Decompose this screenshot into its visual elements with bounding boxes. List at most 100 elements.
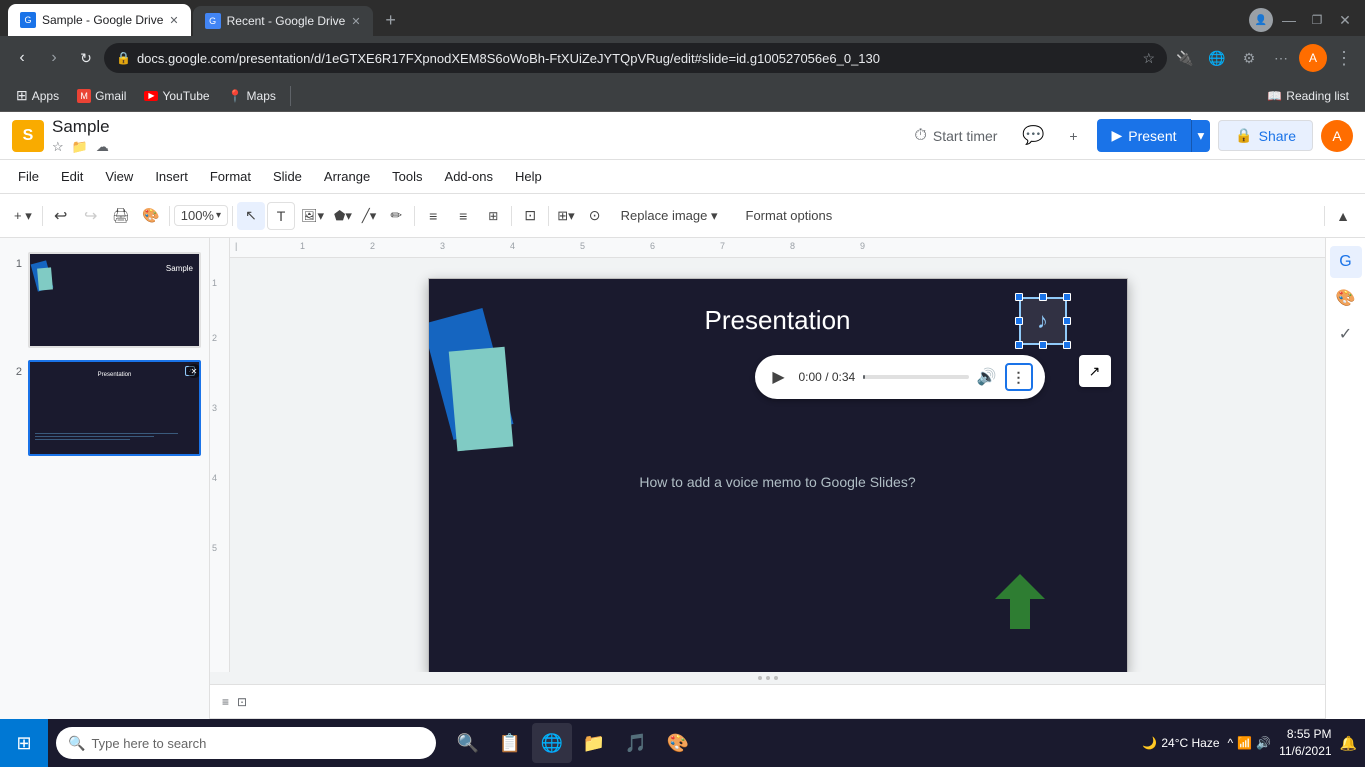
reading-list-btn[interactable]: 📖 Reading list xyxy=(1259,85,1357,107)
cursor-tool-btn[interactable]: ↖ xyxy=(237,202,265,230)
selection-handle-tl[interactable] xyxy=(1015,293,1023,301)
tab-1-close[interactable]: ✕ xyxy=(169,14,178,27)
sidebar-tasks-btn[interactable]: ✓ xyxy=(1330,318,1362,350)
tab-2-close[interactable]: ✕ xyxy=(351,15,360,28)
audio-icon[interactable]: ♪ xyxy=(1019,297,1067,345)
selection-handle-tm[interactable] xyxy=(1039,293,1047,301)
start-btn[interactable]: ⊞ xyxy=(0,719,48,767)
collapse-toolbar-btn[interactable]: ▲ xyxy=(1329,202,1357,230)
sidebar-palette-btn[interactable]: 🎨 xyxy=(1330,282,1362,314)
replace-image-btn[interactable]: Replace image ▾ xyxy=(611,204,728,228)
undo-btn[interactable]: ↩ xyxy=(47,202,75,230)
undo-add-btn[interactable]: + xyxy=(1057,120,1089,152)
audio-progress[interactable] xyxy=(863,375,968,379)
profile-avatar[interactable]: A xyxy=(1299,44,1327,72)
menu-format[interactable]: Format xyxy=(200,164,261,189)
user-avatar[interactable]: A xyxy=(1321,120,1353,152)
menu-tools[interactable]: Tools xyxy=(382,164,432,189)
add-btn[interactable]: + ▾ xyxy=(8,204,38,228)
menu-help[interactable]: Help xyxy=(505,164,552,189)
selection-handle-br[interactable] xyxy=(1063,341,1071,349)
refresh-btn[interactable]: ↻ xyxy=(72,44,100,72)
selection-handle-mr[interactable] xyxy=(1063,317,1071,325)
taskbar-clock[interactable]: 8:55 PM 11/6/2021 xyxy=(1279,726,1332,760)
notification-btn[interactable]: 🔔 xyxy=(1340,735,1357,752)
audio-play-btn[interactable]: ▶ xyxy=(767,365,791,389)
menu-addons[interactable]: Add-ons xyxy=(435,164,503,189)
notes-icon-btn-1[interactable]: ≡ xyxy=(222,695,229,709)
slide-2-delete-btn[interactable]: ✕ xyxy=(187,364,201,378)
edge-btn-1[interactable]: 🌐 xyxy=(1203,44,1231,72)
taskbar-search-btn[interactable]: 🔍 xyxy=(448,723,488,763)
align-left-btn[interactable]: ≡ xyxy=(419,202,447,230)
forward-btn[interactable]: › xyxy=(40,44,68,72)
doc-title[interactable]: Sample xyxy=(52,117,110,137)
share-btn[interactable]: 🔒 Share xyxy=(1218,120,1313,151)
edge-btn-2[interactable]: ⚙ xyxy=(1235,44,1263,72)
menu-dots[interactable]: ⋮ xyxy=(1331,48,1357,69)
folder-icon[interactable]: 📁 xyxy=(72,139,88,155)
slide-thumb-2[interactable]: Presentation ♪ ✕ xyxy=(28,360,201,456)
tab-1[interactable]: G Sample - Google Drive ✕ xyxy=(8,4,191,36)
line-tool-btn[interactable]: ╱▾ xyxy=(358,204,380,228)
menu-file[interactable]: File xyxy=(8,164,49,189)
crop-btn[interactable]: ⊞▾ xyxy=(553,204,578,228)
maximize-btn[interactable]: ❐ xyxy=(1305,8,1329,32)
align-center-btn[interactable]: ≡ xyxy=(449,202,477,230)
volume-icon[interactable]: 🔊 xyxy=(1256,736,1271,750)
print-btn[interactable]: 🖨 xyxy=(107,202,135,230)
present-dropdown-btn[interactable]: ▾ xyxy=(1191,120,1211,152)
slide-item-1[interactable]: 1 Sample xyxy=(0,246,209,354)
search-bar[interactable]: 🔍 Type here to search xyxy=(56,727,436,759)
redo-btn[interactable]: ↪ xyxy=(77,202,105,230)
menu-view[interactable]: View xyxy=(95,164,143,189)
slide-canvas[interactable]: Presentation How to add a voice memo to … xyxy=(428,278,1128,672)
zoom-control[interactable]: 100% ▾ xyxy=(174,205,228,226)
weather-info[interactable]: 🌙 24°C Haze xyxy=(1142,736,1219,750)
new-tab-btn[interactable]: + xyxy=(377,6,405,34)
shape-tool-btn[interactable]: ⬟▾ xyxy=(330,204,356,228)
image-tool-btn[interactable]: 🖼▾ xyxy=(297,204,328,228)
selection-handle-tr[interactable] xyxy=(1063,293,1071,301)
taskbar-store-btn[interactable]: 🎵 xyxy=(616,723,656,763)
close-btn[interactable]: ✕ xyxy=(1333,8,1357,32)
timer-btn[interactable]: ⏱ Start timer xyxy=(902,121,1009,151)
audio-icon-container[interactable]: ♪ xyxy=(1019,297,1067,345)
menu-arrange[interactable]: Arrange xyxy=(314,164,380,189)
cloud-icon[interactable]: ☁ xyxy=(96,139,109,155)
paint-format-btn[interactable]: 🎨 xyxy=(137,202,165,230)
slide-size-btn[interactable]: ⊡ xyxy=(516,202,544,230)
bookmark-star[interactable]: ☆ xyxy=(1142,50,1155,67)
audio-volume-btn[interactable]: 🔊 xyxy=(977,367,997,387)
star-icon[interactable]: ☆ xyxy=(52,139,64,155)
audio-more-btn[interactable]: ⋮ xyxy=(1005,363,1033,391)
format-options-btn[interactable]: Format options xyxy=(734,204,845,227)
menu-slide[interactable]: Slide xyxy=(263,164,312,189)
selection-handle-ml[interactable] xyxy=(1015,317,1023,325)
selection-handle-bl[interactable] xyxy=(1015,341,1023,349)
back-btn[interactable]: ‹ xyxy=(8,44,36,72)
sidebar-explore-btn[interactable]: G xyxy=(1330,246,1362,278)
address-bar[interactable]: 🔒 docs.google.com/presentation/d/1eGTXE6… xyxy=(104,43,1167,73)
text-tool-btn[interactable]: T xyxy=(267,202,295,230)
network-icon[interactable]: 📶 xyxy=(1237,736,1252,750)
slide-thumb-1[interactable]: Sample xyxy=(28,252,201,348)
extensions-btn[interactable]: 🔌 xyxy=(1171,44,1199,72)
profile-icon[interactable]: 👤 xyxy=(1249,8,1273,32)
present-btn[interactable]: ▶ Present xyxy=(1097,119,1190,152)
minimize-btn[interactable]: — xyxy=(1277,8,1301,32)
bookmark-maps[interactable]: 📍 Maps xyxy=(220,85,284,107)
pen-tool-btn[interactable]: ✏ xyxy=(382,202,410,230)
open-external-btn[interactable]: ↗ xyxy=(1079,355,1111,387)
tab-2[interactable]: G Recent - Google Drive ✕ xyxy=(193,6,373,36)
menu-edit[interactable]: Edit xyxy=(51,164,93,189)
comment-btn[interactable]: 💬 xyxy=(1017,120,1049,152)
bookmark-gmail[interactable]: M Gmail xyxy=(69,85,134,107)
table-tool-btn[interactable]: ⊞ xyxy=(479,202,507,230)
selection-handle-bm[interactable] xyxy=(1039,341,1047,349)
edge-btn-3[interactable]: ⋯ xyxy=(1267,44,1295,72)
notes-icon-btn-2[interactable]: ⊡ xyxy=(237,695,247,709)
effects-btn[interactable]: ⊙ xyxy=(581,202,609,230)
taskbar-explorer-btn[interactable]: 📁 xyxy=(574,723,614,763)
bookmark-youtube[interactable]: ▶ YouTube xyxy=(136,85,217,107)
